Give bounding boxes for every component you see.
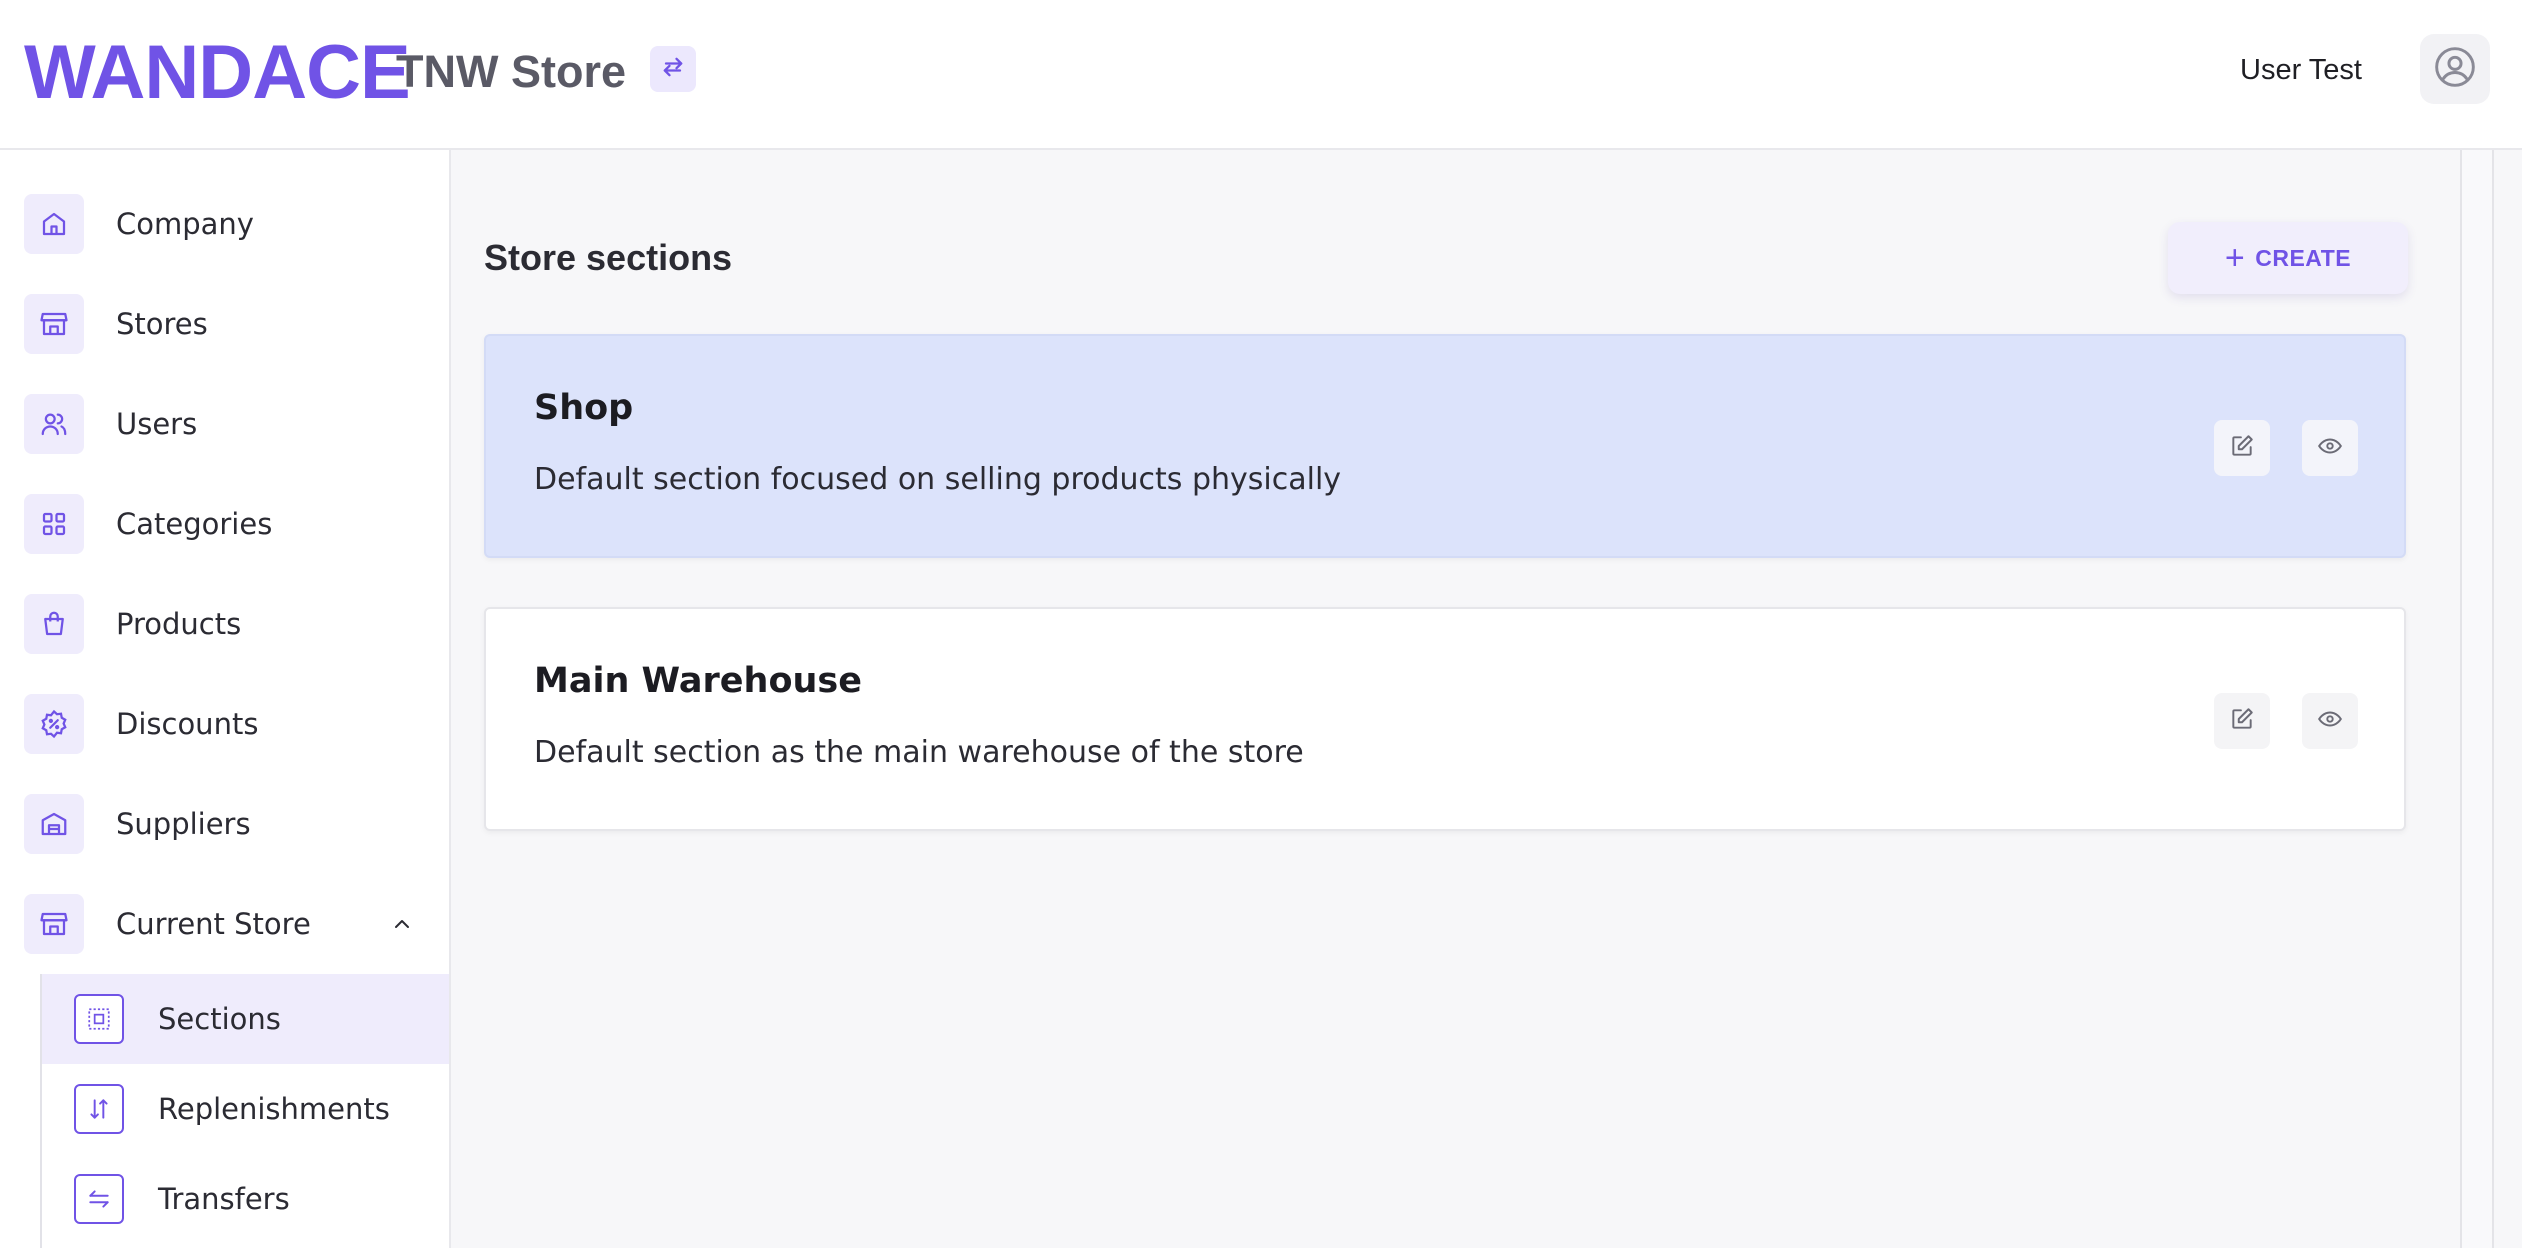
user-circle-icon (2433, 45, 2477, 93)
edit-section-button[interactable] (2214, 420, 2270, 476)
store-icon (24, 894, 84, 954)
sidebar-subitem-label: Sections (158, 1002, 281, 1036)
view-section-button[interactable] (2302, 693, 2358, 749)
sidebar-item-stores[interactable]: Stores (0, 284, 449, 364)
sidebar-item-categories[interactable]: Categories (0, 484, 449, 564)
top-header: WANDACE TNW Store User Test (0, 0, 2522, 150)
chevron-up-icon[interactable] (388, 910, 416, 938)
sidebar-item-company[interactable]: Company (0, 184, 449, 264)
edit-icon (2229, 706, 2255, 736)
sidebar: Company Stores Users Categories Products… (0, 150, 451, 1248)
sidebar-item-label: Suppliers (116, 807, 251, 841)
sidebar-item-discounts[interactable]: Discounts (0, 684, 449, 764)
home-icon (24, 194, 84, 254)
current-store-name: TNW Store (396, 46, 626, 97)
sidebar-item-label: Products (116, 607, 242, 641)
sidebar-subitem-label: Replenishments (158, 1092, 390, 1126)
user-menu-button[interactable] (2420, 34, 2490, 104)
warehouse-icon (24, 794, 84, 854)
eye-icon (2317, 433, 2343, 463)
edit-icon (2229, 433, 2255, 463)
create-section-button[interactable]: + CREATE (2168, 222, 2408, 294)
swap-arrows-icon (659, 53, 687, 85)
section-description: Default section focused on selling produ… (534, 462, 1342, 497)
transfer-icon (74, 1174, 124, 1224)
sidebar-item-label: Categories (116, 507, 273, 541)
store-icon (24, 294, 84, 354)
sidebar-subitem-sections[interactable]: Sections (42, 974, 449, 1064)
section-description: Default section as the main warehouse of… (534, 735, 1304, 770)
sidebar-item-label: Discounts (116, 707, 259, 741)
page-title: Store sections (484, 237, 733, 278)
users-icon (24, 394, 84, 454)
create-button-label: CREATE (2255, 244, 2352, 271)
plus-icon: + (2224, 239, 2246, 277)
sidebar-item-products[interactable]: Products (0, 584, 449, 664)
sidebar-item-label: Stores (116, 307, 208, 341)
sidebar-item-label: Current Store (116, 907, 311, 941)
replenish-icon (74, 1084, 124, 1134)
view-section-button[interactable] (2302, 420, 2358, 476)
user-name: User Test (2240, 54, 2362, 86)
eye-icon (2317, 706, 2343, 736)
edit-section-button[interactable] (2214, 693, 2270, 749)
section-name: Main Warehouse (534, 661, 862, 701)
sidebar-subitem-label: Transfers (158, 1182, 290, 1216)
sidebar-item-suppliers[interactable]: Suppliers (0, 784, 449, 864)
discount-badge-icon (24, 694, 84, 754)
switch-store-button[interactable] (650, 46, 696, 92)
app-logo[interactable]: WANDACE (24, 28, 411, 118)
section-icon (74, 994, 124, 1044)
shopping-bag-icon (24, 594, 84, 654)
sidebar-subitem-transfers[interactable]: Transfers (42, 1154, 449, 1244)
sidebar-item-users[interactable]: Users (0, 384, 449, 464)
sidebar-item-label: Users (116, 407, 198, 441)
sidebar-item-current-store[interactable]: Current Store (0, 884, 449, 964)
section-name: Shop (534, 388, 634, 428)
section-card[interactable]: Shop Default section focused on selling … (484, 334, 2406, 558)
grid-icon (24, 494, 84, 554)
section-card[interactable]: Main Warehouse Default section as the ma… (484, 607, 2406, 831)
vertical-scrollbar[interactable] (2460, 150, 2494, 1248)
current-store-submenu: Sections Replenishments Transfers (40, 974, 449, 1248)
sidebar-subitem-replenishments[interactable]: Replenishments (42, 1064, 449, 1154)
sidebar-item-label: Company (116, 207, 254, 241)
